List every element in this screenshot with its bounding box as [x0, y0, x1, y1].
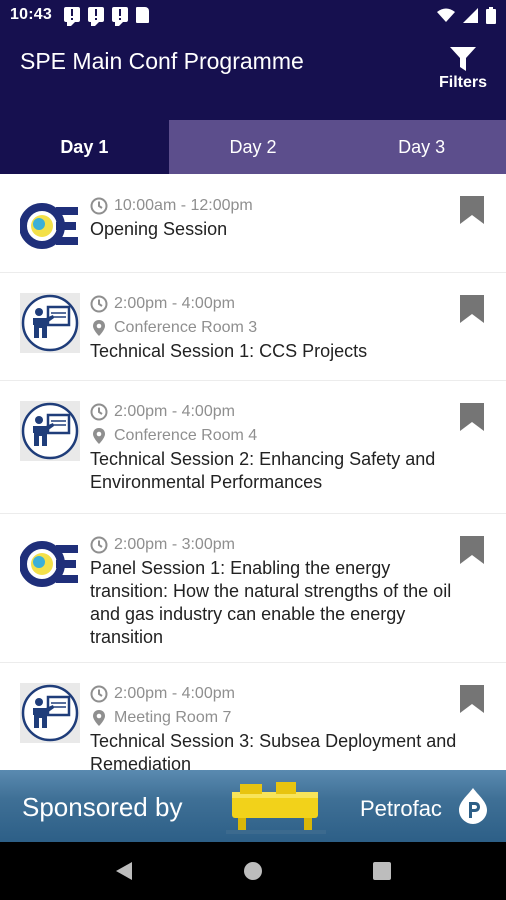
- session-time-text: 2:00pm - 4:00pm: [114, 295, 235, 312]
- session-item[interactable]: 2:00pm - 4:00pm Conference Room 4 Techni…: [0, 381, 506, 514]
- session-time: 10:00am - 12:00pm: [90, 194, 466, 218]
- bookmark-icon[interactable]: [460, 685, 484, 713]
- session-title: Panel Session 1: Enabling the energy tra…: [90, 558, 452, 647]
- status-time: 10:43: [10, 6, 52, 23]
- bookmark-icon[interactable]: [460, 295, 484, 323]
- session-item[interactable]: 2:00pm - 4:00pm Conference Room 3 Techni…: [0, 273, 506, 381]
- bookmark-icon[interactable]: [460, 536, 484, 564]
- offshore-platform-image: [226, 782, 326, 834]
- location-pin-icon: [93, 428, 105, 444]
- session-location-text: Meeting Room 7: [114, 709, 232, 726]
- tab-day-2[interactable]: Day 2: [168, 120, 338, 174]
- day-tabs: Day 1 Day 2 Day 3: [0, 120, 506, 174]
- back-button[interactable]: [111, 858, 137, 884]
- status-bar: 10:43: [0, 0, 506, 30]
- back-triangle-icon: [116, 862, 133, 880]
- session-list[interactable]: 10:00am - 12:00pm Opening Session 2:00pm…: [0, 174, 506, 770]
- session-item[interactable]: 2:00pm - 4:00pm Meeting Room 7 Technical…: [0, 663, 506, 770]
- session-location: Conference Room 4: [90, 424, 466, 448]
- clock-icon: [90, 197, 108, 215]
- tab-day-3[interactable]: Day 3: [337, 120, 506, 174]
- session-location-text: Conference Room 4: [114, 427, 258, 444]
- session-title: Opening Session: [90, 219, 228, 239]
- clock-icon: [90, 403, 108, 421]
- home-button[interactable]: [240, 858, 266, 884]
- home-circle-icon: [243, 862, 262, 880]
- system-nav-bar: [0, 842, 506, 900]
- session-title: Technical Session 2: Enhancing Safety an…: [90, 449, 436, 492]
- message-notification-icon: [111, 7, 128, 26]
- sponsored-by-label: Sponsored by: [22, 792, 183, 822]
- sd-card-icon: [135, 7, 149, 23]
- notification-icons: [63, 7, 149, 26]
- clock-icon: [90, 536, 108, 554]
- session-item[interactable]: 2:00pm - 3:00pm Panel Session 1: Enablin…: [0, 514, 506, 663]
- session-time: 2:00pm - 3:00pm: [90, 533, 466, 557]
- sponsor-brand-name: Petrofac: [360, 796, 442, 821]
- session-time-text: 10:00am - 12:00pm: [114, 197, 253, 214]
- session-title: Technical Session 1: CCS Projects: [90, 341, 368, 361]
- session-time-text: 2:00pm - 4:00pm: [114, 685, 235, 702]
- oe-logo-icon: [20, 203, 78, 249]
- filters-label: Filters: [438, 74, 487, 91]
- sponsor-banner[interactable]: Sponsored by Petrofac: [0, 770, 506, 842]
- clock-icon: [90, 685, 108, 703]
- session-item[interactable]: 10:00am - 12:00pm Opening Session: [0, 174, 506, 273]
- clock-icon: [90, 295, 108, 313]
- app-bar: SPE Main Conf Programme Filters: [0, 30, 506, 120]
- session-location: Conference Room 3: [90, 316, 466, 340]
- presenter-icon: [20, 401, 80, 461]
- session-location: Meeting Room 7: [90, 706, 466, 730]
- oe-logo-icon: [20, 541, 78, 587]
- location-pin-icon: [93, 710, 105, 726]
- bookmark-icon[interactable]: [460, 196, 484, 224]
- session-title: Technical Session 3: Subsea Deployment a…: [90, 731, 457, 770]
- session-time: 2:00pm - 4:00pm: [90, 292, 466, 316]
- session-time: 2:00pm - 4:00pm: [90, 400, 466, 424]
- recents-square-icon: [372, 862, 391, 880]
- presenter-icon: [20, 683, 80, 743]
- bookmark-icon[interactable]: [460, 403, 484, 431]
- session-time-text: 2:00pm - 4:00pm: [114, 403, 235, 420]
- petrofac-logo-icon: [459, 788, 487, 824]
- session-location-text: Conference Room 3: [114, 319, 258, 336]
- message-notification-icon: [63, 7, 80, 26]
- cell-signal-icon: [463, 7, 478, 23]
- status-right: [437, 6, 496, 24]
- tab-day-1[interactable]: Day 1: [0, 120, 169, 174]
- filter-icon: [450, 47, 476, 71]
- presenter-icon: [20, 293, 80, 353]
- recents-button[interactable]: [369, 858, 395, 884]
- filters-button[interactable]: Filters: [438, 46, 488, 92]
- wifi-icon: [437, 8, 455, 22]
- message-notification-icon: [87, 7, 104, 26]
- session-time-text: 2:00pm - 3:00pm: [114, 536, 235, 553]
- session-time: 2:00pm - 4:00pm: [90, 682, 466, 706]
- app-title: SPE Main Conf Programme: [20, 48, 304, 74]
- location-pin-icon: [93, 320, 105, 336]
- battery-icon: [486, 6, 496, 24]
